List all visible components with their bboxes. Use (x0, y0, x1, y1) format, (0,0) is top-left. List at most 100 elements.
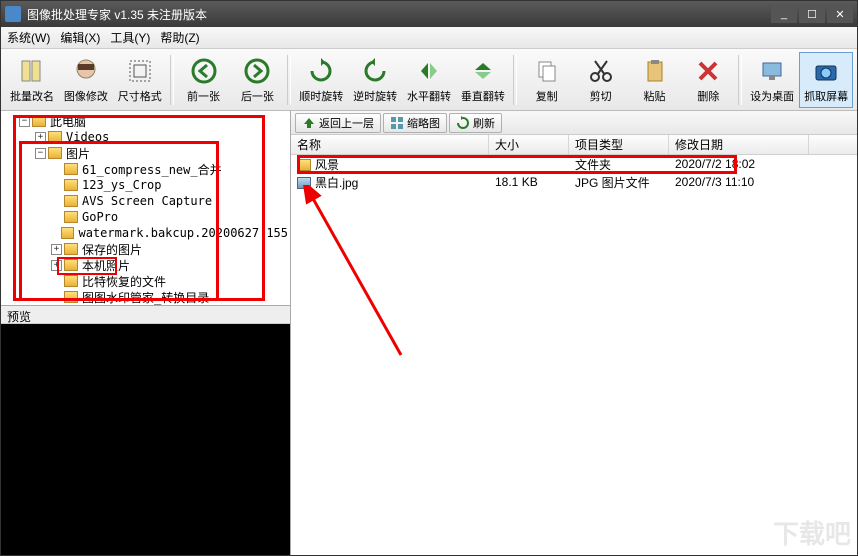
desktop-icon (757, 56, 787, 86)
folder-icon (32, 115, 46, 127)
tree-this-pc[interactable]: − 此电脑 (3, 113, 288, 129)
file-list[interactable]: 风景文件夹2020/7/2 18:02 黑白.jpg 18.1 KBJPG 图片文件… (291, 155, 857, 555)
preview-panel (1, 324, 290, 555)
next-button[interactable]: 后一张 (230, 52, 284, 108)
arrow-up-icon (302, 116, 316, 130)
thumb-button[interactable]: 缩略图 (383, 113, 447, 133)
file-size: 18.1 KB (489, 175, 569, 189)
col-name[interactable]: 名称 (291, 135, 489, 154)
delete-button[interactable]: 删除 (681, 52, 735, 108)
copy-button[interactable]: 复制 (520, 52, 574, 108)
size-button[interactable]: 尺寸格式 (113, 52, 167, 108)
app-icon (5, 6, 21, 22)
expand-toggle[interactable]: + (51, 244, 62, 255)
tree-item[interactable]: AVS Screen Capture (3, 193, 288, 209)
tree-videos[interactable]: +Videos (3, 129, 288, 145)
tree-item[interactable]: 123_ys_Crop (3, 177, 288, 193)
folder-icon (64, 291, 78, 303)
folder-icon (61, 227, 74, 239)
paste-button[interactable]: 粘贴 (628, 52, 682, 108)
image-icon (297, 177, 311, 189)
tree-item[interactable]: 图图水印管家_转换目录 (3, 289, 288, 305)
file-name: 风景 (315, 158, 339, 172)
desktop-button[interactable]: 设为桌面 (745, 52, 799, 108)
rotate-ccw-button[interactable]: 逆时旋转 (348, 52, 402, 108)
tree-item[interactable]: watermark.bakcup.20200627.155 (3, 225, 288, 241)
flip-v-button[interactable]: 垂直翻转 (456, 52, 510, 108)
folder-icon (64, 179, 78, 191)
arrow-right-icon (242, 56, 272, 86)
expand-toggle[interactable]: − (19, 116, 30, 127)
cut-button[interactable]: 剪切 (574, 52, 628, 108)
tree-label: 123_ys_Crop (82, 178, 161, 192)
file-row[interactable]: 黑白.jpg18.1 KBJPG 图片文件2020/7/3 11:10 (291, 173, 857, 191)
col-type[interactable]: 项目类型 (569, 135, 669, 154)
arrow-left-icon (189, 56, 219, 86)
grid-icon (390, 116, 404, 130)
menu-help[interactable]: 帮助(Z) (160, 29, 199, 46)
col-date[interactable]: 修改日期 (669, 135, 809, 154)
minimize-button[interactable]: _ (771, 5, 797, 23)
modify-button[interactable]: 图像修改 (59, 52, 113, 108)
preview-label: 预览 (1, 306, 290, 324)
expand-toggle[interactable]: − (35, 148, 46, 159)
window-title: 图像批处理专家 v1.35 未注册版本 (27, 6, 771, 23)
content: − 此电脑+Videos − 图片61_compress_new_合并123_ys_C… (1, 111, 857, 555)
tree-label: 图图水印管家_转换目录 (82, 289, 209, 306)
tree-label: 保存的图片 (82, 241, 142, 258)
tree-label: 此电脑 (50, 113, 86, 130)
folder-icon (64, 275, 78, 287)
rotate-ccw-icon (360, 56, 390, 86)
tree-pictures[interactable]: − 图片 (3, 145, 288, 161)
tree-item[interactable]: 61_compress_new_合并 (3, 161, 288, 177)
tree-label: 图片 (66, 145, 90, 162)
file-name: 黑白.jpg (315, 176, 358, 190)
delete-icon (693, 56, 723, 86)
tree-item[interactable]: + 本机照片 (3, 257, 288, 273)
capture-button[interactable]: 抓取屏幕 (799, 52, 853, 108)
folder-icon (64, 195, 78, 207)
window-buttons: _ ☐ ✕ (771, 5, 853, 23)
tree-label: 比特恢复的文件 (82, 273, 166, 290)
tree-label: 61_compress_new_合并 (82, 161, 222, 178)
camera-icon (811, 56, 841, 86)
resize-icon (125, 56, 155, 86)
close-button[interactable]: ✕ (827, 5, 853, 23)
toolbar-sep (287, 55, 291, 105)
file-type: JPG 图片文件 (569, 174, 669, 191)
clipboard-icon (640, 56, 670, 86)
refresh-button[interactable]: 刷新 (449, 113, 502, 133)
file-row[interactable]: 风景文件夹2020/7/2 18:02 (291, 155, 857, 173)
tree-label: watermark.bakcup.20200627.155 (78, 226, 288, 240)
expand-toggle[interactable]: + (35, 132, 46, 143)
rotate-cw-button[interactable]: 顺时旋转 (294, 52, 348, 108)
col-size[interactable]: 大小 (489, 135, 569, 154)
flip-h-button[interactable]: 水平翻转 (402, 52, 456, 108)
menu-edit[interactable]: 编辑(X) (60, 29, 100, 46)
file-toolbar: 返回上一层 缩略图 刷新 (291, 111, 857, 135)
rotate-cw-icon (306, 56, 336, 86)
list-header: 名称 大小 项目类型 修改日期 (291, 135, 857, 155)
maximize-button[interactable]: ☐ (799, 5, 825, 23)
copy-icon (532, 56, 562, 86)
rename-button[interactable]: 批量改名 (5, 52, 59, 108)
tree-item[interactable]: GoPro (3, 209, 288, 225)
tree-item[interactable]: 比特恢复的文件 (3, 273, 288, 289)
folder-icon (297, 159, 311, 171)
toolbar-sep (513, 55, 517, 105)
expand-toggle[interactable]: + (51, 260, 62, 271)
prev-button[interactable]: 前一张 (177, 52, 231, 108)
menu-system[interactable]: 系统(W) (7, 29, 50, 46)
titlebar: 图像批处理专家 v1.35 未注册版本 _ ☐ ✕ (1, 1, 857, 27)
flip-v-icon (468, 56, 498, 86)
tree-label: AVS Screen Capture (82, 194, 212, 208)
tree-label: GoPro (82, 210, 118, 224)
annotation-arrow (301, 185, 421, 365)
folder-icon (64, 163, 78, 175)
scissors-icon (586, 56, 616, 86)
folder-tree[interactable]: − 此电脑+Videos − 图片61_compress_new_合并123_ys_C… (1, 111, 290, 306)
menu-tools[interactable]: 工具(Y) (110, 29, 150, 46)
up-button[interactable]: 返回上一层 (295, 113, 381, 133)
tree-item[interactable]: + 保存的图片 (3, 241, 288, 257)
tree-label: 本机照片 (82, 257, 130, 274)
